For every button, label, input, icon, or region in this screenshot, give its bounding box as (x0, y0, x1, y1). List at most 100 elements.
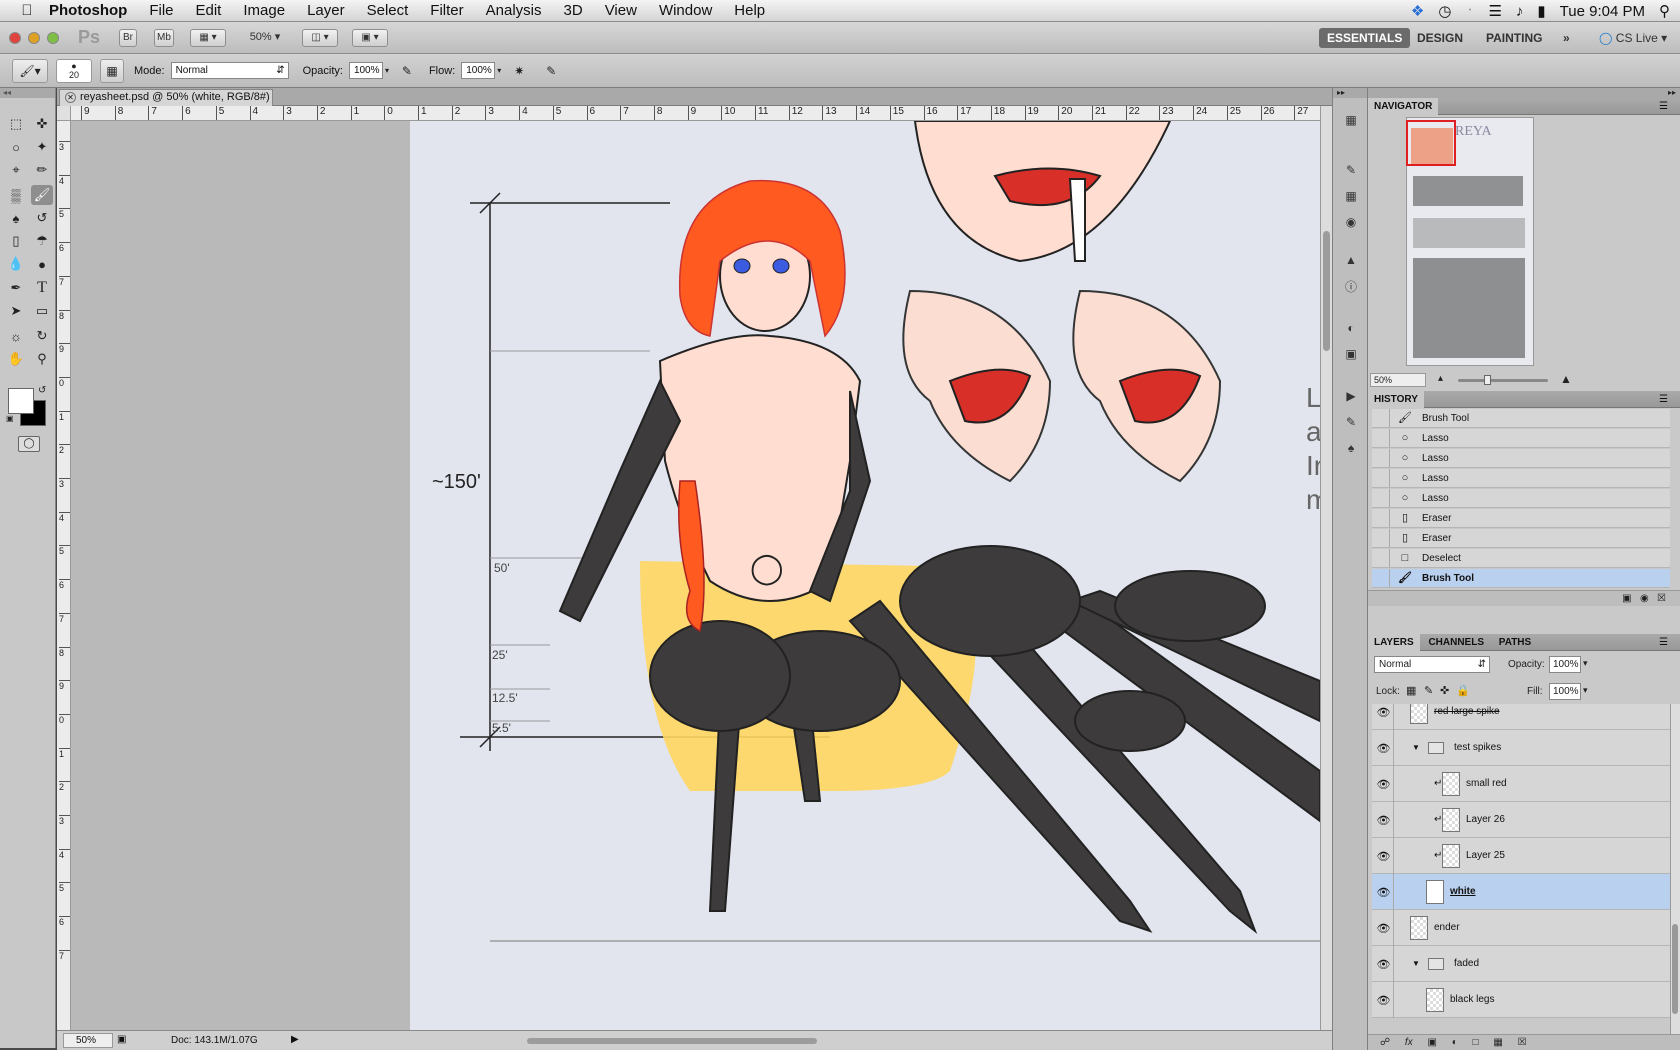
history-source-checkbox[interactable] (1372, 509, 1390, 527)
visibility-eye-icon[interactable]: 👁 (1374, 982, 1394, 1018)
visibility-eye-icon[interactable]: 👁 (1374, 910, 1394, 946)
brush-preset-picker[interactable]: ● 20 (56, 58, 92, 83)
menu-window[interactable]: Window (648, 0, 723, 22)
menu-filter[interactable]: Filter (419, 0, 474, 22)
spotlight-search-icon[interactable]: ⚲ (1659, 2, 1670, 20)
flow-input[interactable]: 100% (461, 62, 496, 79)
menu-clock[interactable]: Tue 9:04 PM (1560, 3, 1645, 20)
view-extras-dropdown[interactable]: ▦ ▾ (190, 29, 226, 47)
history-source-checkbox[interactable] (1372, 469, 1390, 487)
zoom-level-dropdown[interactable]: 50% ▾ (242, 29, 288, 47)
3d-orbit-tool-icon[interactable]: ↻ (31, 326, 53, 346)
workspace-essentials[interactable]: ESSENTIALS (1319, 28, 1411, 48)
navigator-zoom-out-icon[interactable]: ▴ (1438, 373, 1443, 384)
history-source-checkbox[interactable] (1372, 409, 1390, 427)
crop-tool-icon[interactable]: ⌖ (5, 160, 27, 180)
default-colors-icon[interactable]: ▣ (6, 414, 14, 423)
menu-view[interactable]: View (594, 0, 648, 22)
fill-dropdown-icon[interactable]: ▾ (1583, 685, 1588, 696)
bridge-button[interactable]: Br (119, 29, 137, 47)
new-snapshot-icon[interactable]: ◉ (1640, 593, 1649, 604)
paint-bucket-tool-icon[interactable]: ☂ (31, 231, 53, 251)
canvas-vertical-scrollbar[interactable] (1320, 106, 1332, 1036)
3d-rotate-tool-icon[interactable]: ☼ (5, 326, 27, 346)
history-panel-menu-icon[interactable]: ☰ (1653, 391, 1674, 408)
pressure-opacity-icon[interactable]: ✎ (395, 59, 419, 83)
menu-app-photoshop[interactable]: Photoshop (38, 0, 138, 22)
link-layers-icon[interactable]: ☍ (1380, 1037, 1390, 1048)
history-item[interactable]: □ Deselect (1372, 549, 1670, 568)
canvas-area[interactable]: ~150' 50' 25' 12.5' 5.5' ◯ L a Ir m (71, 121, 1320, 1036)
volume-icon[interactable]: ♪ (1516, 3, 1524, 20)
type-tool-icon[interactable]: T (31, 278, 53, 298)
new-document-from-state-icon[interactable]: ▣ (1622, 593, 1631, 604)
new-group-icon[interactable]: □ (1473, 1037, 1479, 1048)
cs-live-menu[interactable]: ◯ CS Live ▾ (1591, 28, 1675, 48)
path-selection-tool-icon[interactable]: ➤ (5, 301, 27, 321)
menu-analysis[interactable]: Analysis (475, 0, 553, 22)
group-expand-icon[interactable]: ▼ (1412, 959, 1420, 968)
status-doc-info-icon[interactable]: ▣ (117, 1034, 126, 1045)
swatches-panel-icon[interactable]: ▦ (1340, 186, 1362, 206)
history-source-checkbox[interactable] (1372, 569, 1390, 587)
dropbox-icon[interactable]: ❖ (1411, 2, 1424, 20)
layer-opacity-input[interactable]: 100% (1549, 656, 1581, 673)
eraser-tool-icon[interactable]: ▯ (5, 231, 27, 251)
blend-mode-select[interactable]: Normal ⇵ (1374, 656, 1490, 673)
panels-grip[interactable]: ▸▸ (1368, 88, 1680, 98)
clone-stamp-tool-icon[interactable]: ♠ (5, 208, 27, 228)
window-minimize-button[interactable] (28, 32, 40, 44)
workspace-painting[interactable]: PAINTING (1478, 28, 1550, 48)
visibility-eye-icon[interactable]: 👁 (1374, 946, 1394, 982)
menu-layer[interactable]: Layer (296, 0, 356, 22)
visibility-eye-icon[interactable]: 👁 (1374, 802, 1394, 838)
layer-row[interactable]: 👁 ↵ small red (1372, 766, 1670, 802)
history-source-checkbox[interactable] (1372, 489, 1390, 507)
magic-wand-tool-icon[interactable]: ✦ (31, 137, 53, 157)
navigator-zoom-field[interactable]: 50% (1370, 373, 1426, 387)
pressure-size-icon[interactable]: ✎ (539, 59, 563, 83)
adjustment-layer-icon[interactable]: ◐ (1452, 1037, 1458, 1048)
tools-panel-grip[interactable]: ◂◂ (0, 88, 55, 98)
move-tool-icon[interactable]: ✜ (31, 114, 53, 134)
add-mask-icon[interactable]: ▣ (1427, 1037, 1436, 1048)
history-tab[interactable]: HISTORY (1368, 391, 1424, 408)
wifi-icon[interactable]: ☰ (1488, 2, 1501, 20)
actions-panel-icon[interactable]: ▶ (1340, 386, 1362, 406)
layer-group-row[interactable]: 👁 ▼ test spikes (1372, 730, 1670, 766)
lasso-tool-icon[interactable]: ○ (5, 137, 27, 157)
histogram-panel-icon[interactable]: ▲ (1340, 250, 1362, 270)
history-source-checkbox[interactable] (1372, 429, 1390, 447)
flow-dropdown-icon[interactable]: ▾ (497, 66, 501, 75)
strip-grip[interactable]: ▸▸ (1333, 88, 1367, 98)
shape-tool-icon[interactable]: ▭ (31, 301, 53, 321)
workspace-more-button[interactable]: » (1555, 28, 1578, 48)
delete-state-icon[interactable]: ☒ (1657, 593, 1666, 604)
opacity-input[interactable]: 100% (348, 62, 383, 79)
menu-select[interactable]: Select (356, 0, 420, 22)
info-panel-icon[interactable]: ⓘ (1340, 276, 1362, 296)
navigator-tab[interactable]: NAVIGATOR (1368, 98, 1439, 115)
fill-input[interactable]: 100% (1549, 683, 1581, 700)
history-source-checkbox[interactable] (1372, 449, 1390, 467)
brush-tool-icon[interactable]: 🖌 (31, 185, 53, 205)
navigator-zoom-in-icon[interactable]: ▲ (1560, 372, 1572, 386)
menu-image[interactable]: Image (232, 0, 296, 22)
window-close-button[interactable] (9, 32, 21, 44)
new-layer-icon[interactable]: ▦ (1493, 1037, 1502, 1048)
layers-scroll-thumb[interactable] (1672, 924, 1678, 1014)
visibility-eye-icon[interactable]: 👁 (1374, 704, 1394, 730)
layers-scrollbar[interactable] (1670, 704, 1680, 1034)
history-item[interactable]: ▯ Eraser (1372, 529, 1670, 548)
quick-mask-button[interactable]: ◯ (18, 436, 40, 452)
bluetooth-icon[interactable]: ᛫ (1465, 3, 1474, 20)
layer-opacity-dropdown-icon[interactable]: ▾ (1583, 658, 1588, 669)
foreground-color-swatch[interactable] (8, 388, 34, 414)
dodge-tool-icon[interactable]: ● (31, 254, 53, 274)
visibility-eye-icon[interactable]: 👁 (1374, 838, 1394, 874)
group-expand-icon[interactable]: ▼ (1412, 743, 1420, 752)
layer-row-selected[interactable]: 👁 white (1372, 874, 1670, 910)
history-brush-tool-icon[interactable]: ↺ (31, 208, 53, 228)
navigator-zoom-slider[interactable] (1458, 379, 1548, 382)
workspace-design[interactable]: DESIGN (1409, 28, 1471, 48)
